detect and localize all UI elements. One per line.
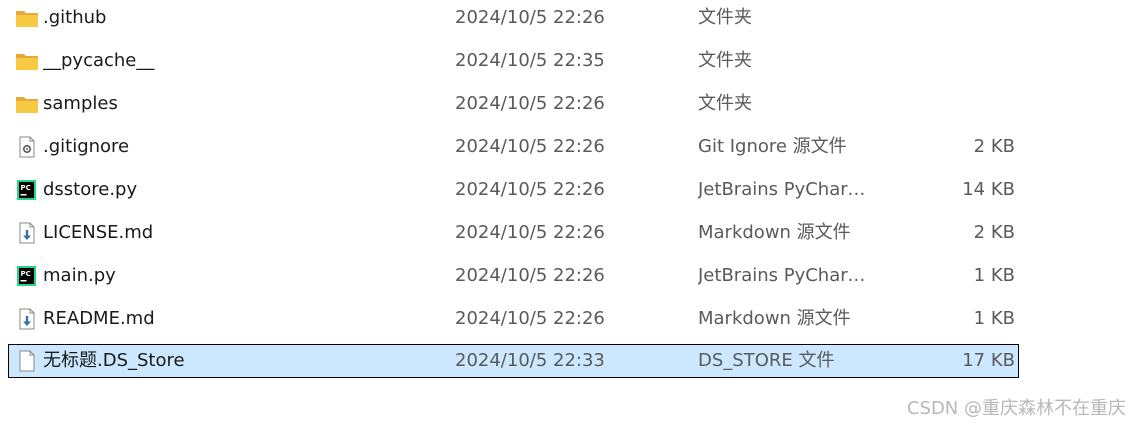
file-row[interactable]: README.md 2024/10/5 22:26 Markdown 源文件 1…	[8, 302, 1019, 336]
file-size: 1 KB	[973, 265, 1015, 286]
file-row[interactable]: LICENSE.md 2024/10/5 22:26 Markdown 源文件 …	[8, 216, 1019, 250]
file-size	[889, 88, 1015, 120]
gear-file-icon	[13, 131, 39, 163]
file-size	[889, 2, 1015, 34]
file-size: 1 KB	[973, 308, 1015, 329]
file-date: 2024/10/5 22:33	[455, 350, 605, 371]
svg-text:PC: PC	[21, 184, 31, 192]
file-date: 2024/10/5 22:26	[455, 7, 605, 28]
file-size: 17 KB	[962, 350, 1015, 371]
folder-icon	[13, 2, 39, 34]
folder-icon	[13, 88, 39, 120]
file-date: 2024/10/5 22:35	[455, 50, 605, 71]
file-size: 2 KB	[973, 222, 1015, 243]
watermark: CSDN @重庆森林不在重庆	[906, 398, 1126, 419]
file-name: .github	[43, 7, 107, 28]
file-row-selected[interactable]: 无标题.DS_Store 2024/10/5 22:33 DS_STORE 文件…	[8, 344, 1019, 378]
pycharm-file-icon: PC	[13, 174, 39, 206]
file-row[interactable]: PC main.py 2024/10/5 22:26 JetBrains PyC…	[8, 259, 1019, 293]
file-size: 14 KB	[962, 179, 1015, 200]
file-type: JetBrains PyCharm ...	[698, 179, 878, 200]
file-type: DS_STORE 文件	[698, 350, 835, 371]
file-type: 文件夹	[698, 7, 752, 28]
file-date: 2024/10/5 22:26	[455, 93, 605, 114]
svg-text:PC: PC	[21, 270, 31, 278]
file-type: 文件夹	[698, 50, 752, 71]
file-type: JetBrains PyCharm ...	[698, 265, 878, 286]
file-row[interactable]: samples 2024/10/5 22:26 文件夹	[8, 87, 1019, 121]
file-type: 文件夹	[698, 93, 752, 114]
file-size	[889, 45, 1015, 77]
file-type: Git Ignore 源文件	[698, 136, 847, 157]
file-name: __pycache__	[43, 50, 155, 71]
pycharm-file-icon: PC	[13, 260, 39, 292]
markdown-file-icon	[13, 303, 39, 335]
file-row[interactable]: .github 2024/10/5 22:26 文件夹	[8, 1, 1019, 35]
file-date: 2024/10/5 22:26	[455, 308, 605, 329]
file-name: README.md	[43, 308, 155, 329]
file-type: Markdown 源文件	[698, 308, 851, 329]
file-size: 2 KB	[973, 136, 1015, 157]
file-name: .gitignore	[43, 136, 130, 157]
file-date: 2024/10/5 22:26	[455, 179, 605, 200]
file-name: main.py	[43, 265, 116, 286]
markdown-file-icon	[13, 217, 39, 249]
file-row[interactable]: .gitignore 2024/10/5 22:26 Git Ignore 源文…	[8, 130, 1019, 164]
file-date: 2024/10/5 22:26	[455, 265, 605, 286]
file-date: 2024/10/5 22:26	[455, 136, 605, 157]
file-name: samples	[43, 93, 118, 114]
file-name: LICENSE.md	[43, 222, 154, 243]
file-name: dsstore.py	[43, 179, 138, 200]
folder-icon	[13, 45, 39, 77]
file-name: 无标题.DS_Store	[43, 350, 185, 371]
file-row[interactable]: __pycache__ 2024/10/5 22:35 文件夹	[8, 44, 1019, 78]
file-date: 2024/10/5 22:26	[455, 222, 605, 243]
blank-file-icon	[13, 345, 39, 377]
file-type: Markdown 源文件	[698, 222, 851, 243]
file-row[interactable]: PC dsstore.py 2024/10/5 22:26 JetBrains …	[8, 173, 1019, 207]
